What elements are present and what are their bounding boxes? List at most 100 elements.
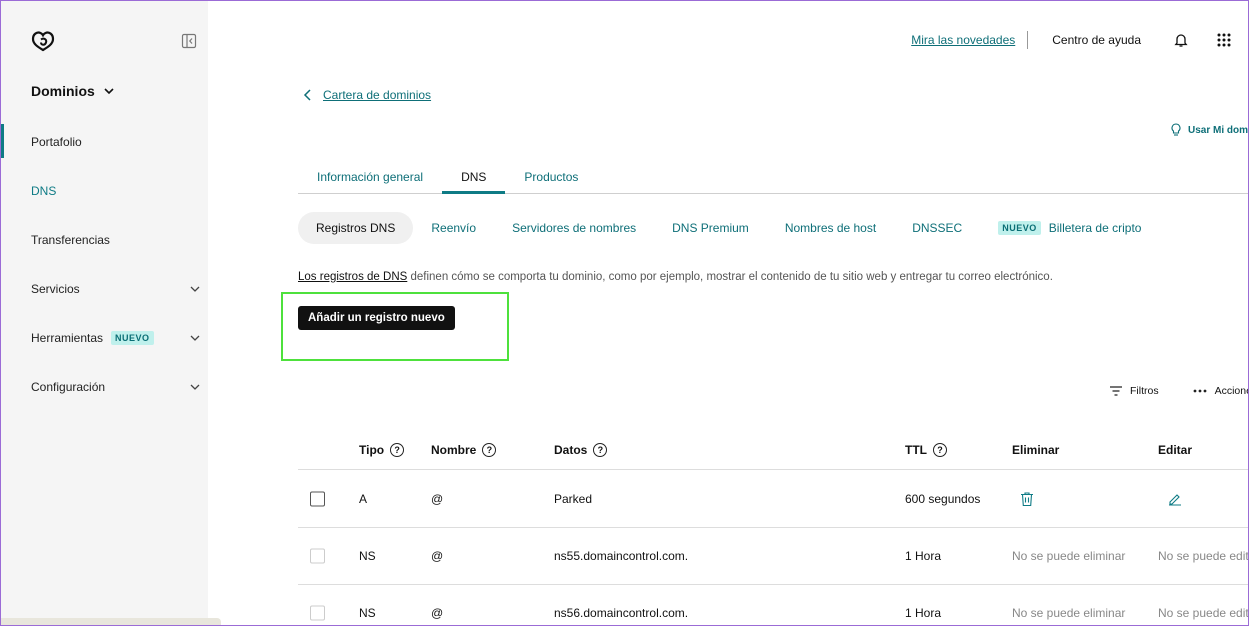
help-icon[interactable]: ? xyxy=(593,442,608,457)
actions-label: Accione xyxy=(1214,385,1249,397)
row-checkbox xyxy=(310,605,325,621)
sidebar-item-label: Configuración xyxy=(31,380,106,394)
record-ttl: 1 Hora xyxy=(905,549,942,563)
breadcrumb[interactable]: Cartera de dominios xyxy=(303,88,431,102)
sidebar-item-label: Servicios xyxy=(31,282,80,296)
sidebar-title[interactable]: Dominios xyxy=(31,83,115,99)
help-icon[interactable]: ? xyxy=(933,442,947,457)
chevron-down-icon xyxy=(104,88,114,95)
sidebar-item-herramientas[interactable]: Herramientas NUEVO xyxy=(31,331,201,345)
row-checkbox xyxy=(310,548,325,564)
table-tools: Filtros Accione xyxy=(1110,385,1249,397)
subtab-reenvio[interactable]: Reenvío xyxy=(413,212,494,244)
subtab-servidores-nombres[interactable]: Servidores de nombres xyxy=(494,212,654,244)
sidebar-item-servicios[interactable]: Servicios xyxy=(31,282,201,296)
actions-button[interactable]: Accione xyxy=(1193,385,1249,397)
top-navigation: Mira las novedades Centro de ayuda xyxy=(911,31,1231,49)
header-nombre[interactable]: Nombre? xyxy=(431,442,497,457)
add-record-button[interactable]: Añadir un registro nuevo xyxy=(298,306,455,330)
dns-records-table: Tipo? Nombre? Datos? TTL? Eliminar Edita… xyxy=(298,430,1249,626)
header-label: TTL xyxy=(905,442,927,457)
record-ttl: 1 Hora xyxy=(905,606,942,620)
apps-grid-icon[interactable] xyxy=(1217,33,1231,47)
record-type: NS xyxy=(359,549,376,563)
sidebar-item-label: Portafolio xyxy=(31,135,82,149)
trash-icon[interactable] xyxy=(1020,491,1034,506)
sidebar-title-label: Dominios xyxy=(31,83,95,99)
subtab-nombres-host[interactable]: Nombres de host xyxy=(767,212,894,244)
dns-subtabs: Registros DNS Reenvío Servidores de nomb… xyxy=(298,212,1159,244)
cannot-delete-text: No se puede eliminar xyxy=(1012,549,1126,563)
record-name: @ xyxy=(431,491,444,506)
header-label: Tipo xyxy=(359,442,385,457)
help-center-link[interactable]: Centro de ayuda xyxy=(1052,33,1141,47)
hint-link[interactable]: Usar Mi dom xyxy=(1170,123,1248,137)
browser-status-bar xyxy=(1,618,221,625)
record-name: @ xyxy=(431,606,444,620)
cannot-delete-text: No se puede eliminar xyxy=(1012,606,1126,620)
record-name: @ xyxy=(431,549,444,563)
subtab-registros-dns[interactable]: Registros DNS xyxy=(298,212,414,244)
sidebar-item-label: Transferencias xyxy=(31,233,110,247)
chevron-down-icon xyxy=(190,286,200,292)
filters-label: Filtros xyxy=(1130,385,1159,397)
hint-label: Usar Mi dom xyxy=(1188,124,1249,136)
chevron-down-icon xyxy=(190,384,200,390)
header-eliminar: Eliminar xyxy=(1012,442,1060,457)
new-badge: NUEVO xyxy=(111,331,154,345)
sidebar: Dominios Portafolio DNS Transferencias S… xyxy=(1,1,208,625)
subtab-billetera-cripto[interactable]: NUEVO Billetera de cripto xyxy=(980,212,1159,244)
record-data: Parked xyxy=(554,491,593,506)
header-ttl[interactable]: TTL? xyxy=(905,442,947,457)
breadcrumb-link[interactable]: Cartera de dominios xyxy=(323,88,431,102)
tab-productos[interactable]: Productos xyxy=(505,164,597,194)
description-text: definen cómo se comporta tu dominio, com… xyxy=(407,271,1053,283)
row-checkbox[interactable] xyxy=(310,491,325,506)
collapse-sidebar-icon[interactable] xyxy=(181,33,197,49)
subtab-dnssec[interactable]: DNSSEC xyxy=(894,212,980,244)
sidebar-item-label: DNS xyxy=(31,184,57,198)
help-icon[interactable]: ? xyxy=(482,442,497,457)
cannot-edit-text: No se puede edit xyxy=(1158,606,1249,620)
edit-pencil-icon[interactable] xyxy=(1168,492,1182,506)
record-type: A xyxy=(359,491,368,506)
tab-informacion-general[interactable]: Información general xyxy=(298,164,442,194)
sidebar-item-portafolio[interactable]: Portafolio xyxy=(31,135,201,149)
main-tabs: Información general DNS Productos xyxy=(298,164,1249,194)
table-row: A @ Parked 600 segundos xyxy=(298,470,1249,528)
table-header: Tipo? Nombre? Datos? TTL? Eliminar Edita… xyxy=(298,430,1249,470)
chevron-left-icon xyxy=(303,89,311,101)
table-row: NS @ ns56.domaincontrol.com. 1 Hora No s… xyxy=(298,585,1249,626)
header-datos[interactable]: Datos? xyxy=(554,442,608,457)
record-ttl: 600 segundos xyxy=(905,491,981,506)
divider xyxy=(1027,31,1029,49)
dns-records-link[interactable]: Los registros de DNS xyxy=(298,271,407,283)
sidebar-item-label: Herramientas xyxy=(31,331,104,345)
new-badge: NUEVO xyxy=(998,221,1041,235)
header-editar: Editar xyxy=(1158,442,1193,457)
dns-description: Los registros de DNS definen cómo se com… xyxy=(298,271,1053,283)
news-link[interactable]: Mira las novedades xyxy=(911,33,1015,47)
tab-dns[interactable]: DNS xyxy=(442,164,506,194)
table-row: NS @ ns55.domaincontrol.com. 1 Hora No s… xyxy=(298,528,1249,585)
cannot-edit-text: No se puede edit xyxy=(1158,549,1249,563)
header-tipo[interactable]: Tipo? xyxy=(359,442,405,457)
filters-button[interactable]: Filtros xyxy=(1110,385,1159,397)
chevron-down-icon xyxy=(190,335,200,341)
header-label: Nombre xyxy=(431,442,477,457)
bell-icon[interactable] xyxy=(1173,32,1189,48)
lightbulb-icon xyxy=(1171,123,1181,136)
active-indicator xyxy=(1,124,4,158)
header-label: Datos xyxy=(554,442,588,457)
godaddy-logo-icon[interactable] xyxy=(31,30,55,52)
sidebar-item-dns[interactable]: DNS xyxy=(31,184,201,198)
help-icon[interactable]: ? xyxy=(390,442,405,457)
subtab-label: Billetera de cripto xyxy=(1048,221,1142,235)
record-data: ns56.domaincontrol.com. xyxy=(554,606,689,620)
record-type: NS xyxy=(359,606,376,620)
subtab-dns-premium[interactable]: DNS Premium xyxy=(654,212,767,244)
sidebar-item-configuracion[interactable]: Configuración xyxy=(31,380,201,394)
more-icon xyxy=(1193,389,1206,393)
filter-icon xyxy=(1110,386,1122,396)
sidebar-item-transferencias[interactable]: Transferencias xyxy=(31,233,201,247)
